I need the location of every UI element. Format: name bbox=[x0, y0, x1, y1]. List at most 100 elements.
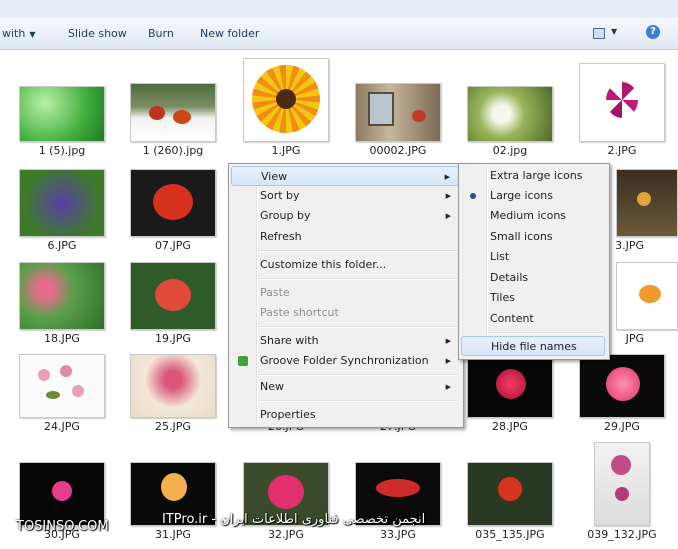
view-dropdown-arrow-icon: ▼ bbox=[611, 27, 618, 36]
menu-separator bbox=[488, 332, 604, 334]
file-item[interactable]: 2.JPG bbox=[567, 63, 677, 157]
groove-sync-icon bbox=[238, 356, 248, 366]
file-name: 1.JPG bbox=[271, 144, 301, 157]
thumbnail-image bbox=[130, 354, 216, 418]
file-item[interactable]: 035_135.JPG bbox=[455, 462, 565, 541]
file-item[interactable]: 1 (260).jpg bbox=[118, 83, 228, 157]
menu-separator bbox=[258, 278, 458, 280]
view-option-content[interactable]: Content bbox=[461, 309, 605, 329]
file-name: 18.JPG bbox=[44, 332, 80, 345]
file-name: 1 (5).jpg bbox=[38, 144, 86, 157]
thumbnail-image bbox=[616, 169, 678, 237]
menu-item-label: Group by bbox=[260, 209, 311, 222]
menu-item-label: Medium icons bbox=[490, 209, 567, 222]
menu-item-new[interactable]: New ▶ bbox=[231, 377, 459, 397]
thumbnail-image bbox=[616, 262, 678, 330]
view-option-small-icons[interactable]: Small icons bbox=[461, 227, 605, 247]
help-button[interactable]: ? bbox=[646, 25, 660, 39]
view-option-hide-file-names[interactable]: Hide file names bbox=[461, 336, 605, 356]
file-item[interactable]: 02.jpg bbox=[455, 86, 565, 157]
menu-item-group-by[interactable]: Group by ▶ bbox=[231, 206, 459, 226]
menu-item-view[interactable]: View ▶ bbox=[231, 166, 459, 186]
file-name: 3.JPG bbox=[615, 239, 644, 252]
file-name: 1 (260).jpg bbox=[142, 144, 204, 157]
file-item[interactable]: 32.JPG bbox=[231, 462, 341, 541]
menu-item-label: Sort by bbox=[260, 189, 300, 202]
menu-item-label: Details bbox=[490, 271, 529, 284]
file-item[interactable]: 00002.JPG bbox=[343, 83, 453, 157]
menu-item-label: Refresh bbox=[260, 230, 302, 243]
open-with-label: with bbox=[2, 27, 26, 40]
command-bar: with ▼ Slide show Burn New folder ▼ ? bbox=[0, 18, 678, 50]
file-item[interactable]: 1.JPG bbox=[231, 58, 341, 157]
selected-bullet-icon bbox=[470, 193, 476, 199]
menu-item-paste: Paste bbox=[231, 283, 459, 303]
file-item[interactable]: 039_132.JPG bbox=[567, 442, 677, 541]
thumbnail-image bbox=[355, 83, 441, 142]
view-option-tiles[interactable]: Tiles bbox=[461, 288, 605, 308]
file-item[interactable]: 33.JPG bbox=[343, 462, 453, 541]
thumbnail-image bbox=[19, 462, 105, 526]
view-grid-icon bbox=[593, 28, 605, 39]
file-name: 33.JPG bbox=[380, 528, 416, 541]
menu-item-label: Large icons bbox=[490, 189, 553, 202]
thumbnail-image bbox=[467, 462, 553, 526]
menu-item-properties[interactable]: Properties bbox=[231, 405, 459, 425]
menu-item-share-with[interactable]: Share with ▶ bbox=[231, 331, 459, 351]
submenu-arrow-icon: ▶ bbox=[445, 192, 451, 200]
file-name: 28.JPG bbox=[492, 420, 528, 433]
file-item[interactable]: 6.JPG bbox=[7, 169, 117, 252]
burn-button[interactable]: Burn bbox=[148, 27, 174, 40]
menu-separator bbox=[258, 250, 458, 252]
file-name: 00002.JPG bbox=[369, 144, 427, 157]
file-item[interactable]: 24.JPG bbox=[7, 354, 117, 433]
view-option-list[interactable]: List bbox=[461, 247, 605, 267]
thumbnail-image bbox=[130, 83, 216, 142]
menu-item-label: Paste shortcut bbox=[260, 306, 339, 319]
thumbnail-image bbox=[579, 354, 665, 418]
file-name: 6.JPG bbox=[47, 239, 77, 252]
new-folder-button[interactable]: New folder bbox=[200, 27, 259, 40]
slide-show-button[interactable]: Slide show bbox=[68, 27, 127, 40]
thumbnail-image bbox=[579, 63, 665, 142]
file-item[interactable]: 3.JPG bbox=[598, 169, 678, 252]
menu-item-label: List bbox=[490, 250, 510, 263]
view-submenu: Extra large icons Large icons Medium ico… bbox=[458, 163, 610, 360]
menu-item-customize-folder[interactable]: Customize this folder... bbox=[231, 255, 459, 275]
change-view-button[interactable]: ▼ bbox=[591, 26, 619, 40]
file-item[interactable]: 28.JPG bbox=[455, 354, 565, 433]
file-item[interactable]: 19.JPG bbox=[118, 262, 228, 345]
file-item[interactable]: 07.JPG bbox=[118, 169, 228, 252]
menu-separator bbox=[258, 374, 458, 376]
menu-item-label: Customize this folder... bbox=[260, 258, 387, 271]
menu-item-groove-sync[interactable]: Groove Folder Synchronization ▶ bbox=[231, 351, 459, 371]
menu-item-label: View bbox=[261, 170, 288, 183]
file-item[interactable]: 31.JPG bbox=[118, 462, 228, 541]
thumbnail-image bbox=[130, 169, 216, 237]
thumbnail-image bbox=[594, 442, 650, 526]
menu-item-sort-by[interactable]: Sort by ▶ bbox=[231, 186, 459, 206]
context-menu: View ▶ Sort by ▶ Group by ▶ Refresh Cust… bbox=[228, 163, 464, 428]
view-option-large-icons[interactable]: Large icons bbox=[461, 186, 605, 206]
file-item[interactable]: 29.JPG bbox=[567, 354, 677, 433]
menu-item-label: Paste bbox=[260, 286, 290, 299]
file-item[interactable]: 18.JPG bbox=[7, 262, 117, 345]
file-item[interactable]: 1 (5).jpg bbox=[7, 86, 117, 157]
dropdown-arrow-icon: ▼ bbox=[29, 30, 36, 39]
file-item[interactable]: 25.JPG bbox=[118, 354, 228, 433]
file-item[interactable]: JPG bbox=[598, 262, 678, 345]
menu-separator bbox=[258, 400, 458, 402]
menu-item-refresh[interactable]: Refresh bbox=[231, 227, 459, 247]
file-name: 25.JPG bbox=[155, 420, 191, 433]
view-option-extra-large-icons[interactable]: Extra large icons bbox=[461, 166, 605, 186]
menu-item-label: Groove Folder Synchronization bbox=[260, 354, 429, 367]
file-name: 29.JPG bbox=[604, 420, 640, 433]
file-name: 31.JPG bbox=[155, 528, 191, 541]
open-with-button[interactable]: with ▼ bbox=[2, 27, 36, 40]
menu-item-label: Properties bbox=[260, 408, 316, 421]
submenu-arrow-icon: ▶ bbox=[445, 337, 451, 345]
menu-item-label: Content bbox=[490, 312, 534, 325]
view-option-medium-icons[interactable]: Medium icons bbox=[461, 206, 605, 226]
thumbnail-image bbox=[19, 169, 105, 237]
view-option-details[interactable]: Details bbox=[461, 268, 605, 288]
